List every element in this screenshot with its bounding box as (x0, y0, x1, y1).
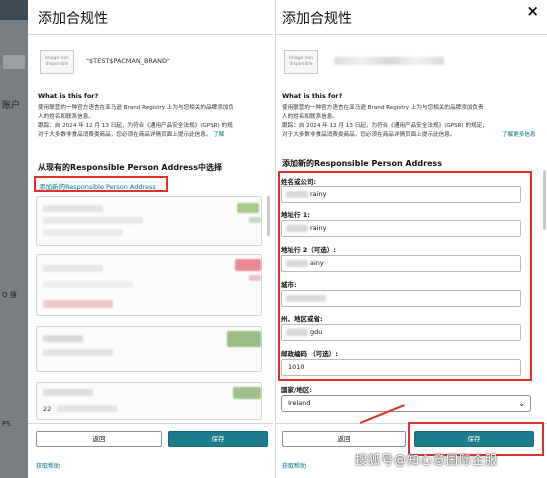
state-region-input[interactable]: gdu (281, 324, 521, 341)
address-line2-input[interactable]: ainy (281, 255, 521, 272)
scrollbar[interactable] (267, 196, 270, 236)
blurred-text (286, 295, 326, 302)
description-line-4-text: 对于大多数非食品消费类商品，您必须在商品详情页面上提示此信息。 (282, 132, 456, 138)
country-select[interactable]: Ireland ⌄ (281, 395, 531, 412)
name-company-value: rainy (310, 190, 327, 198)
address-line2-label: 地址行 2（可选）: (281, 246, 336, 254)
select-existing-title: 从现有的Responsible Person Address中选择 (38, 163, 222, 172)
country-label: 国家/地区: (281, 386, 312, 394)
blurred-text (43, 265, 103, 272)
state-region-value: gdu (310, 328, 323, 336)
product-name: "$TEST$PACMAN_BRAND" (86, 57, 170, 65)
footer-divider (28, 423, 273, 424)
get-help-link[interactable]: 获取帮助 (282, 461, 306, 470)
product-image-placeholder: Image non disponible (284, 50, 318, 74)
city-input[interactable] (281, 290, 521, 307)
right-compliance-modal: 添加合规性 × Image non disponible What is thi… (275, 0, 547, 478)
blurred-text (43, 205, 103, 212)
postal-code-input[interactable]: 1010 (281, 359, 521, 376)
product-image-placeholder: Image non disponible (40, 50, 74, 74)
description-line-4: 对于大多数非食品消费类商品，您必须在商品详情页面上提示此信息。 了解 (38, 131, 224, 141)
learn-more-link[interactable]: 了解更多信息 (502, 131, 536, 141)
blurred-text (286, 260, 308, 267)
get-help-link[interactable]: 获取帮助 (36, 461, 60, 470)
address-line1-input[interactable]: rainy (281, 220, 521, 237)
blurred-text (249, 275, 261, 281)
description-line-4-text: 对于大多数非食品消费类商品，您必须在商品详情页面上提示此信息。 (38, 132, 212, 138)
address-card[interactable] (36, 326, 262, 372)
blurred-text (57, 405, 117, 412)
blurred-text (43, 389, 93, 396)
background-block (3, 55, 25, 69)
left-compliance-modal: 添加合规性 Image non disponible "$TEST$PACMAN… (28, 0, 273, 478)
blurred-text (227, 331, 261, 347)
blurred-text (43, 335, 83, 342)
learn-more-link[interactable]: 了解 (213, 132, 224, 138)
background-navbar (0, 0, 28, 20)
back-button[interactable]: 返回 (36, 431, 162, 447)
blurred-text (233, 387, 261, 399)
state-region-label: 州、地区或省: (281, 315, 323, 323)
name-company-input[interactable]: rainy (281, 186, 521, 203)
close-icon[interactable]: × (526, 2, 539, 20)
description-line-4: 对于大多数非食品消费类商品，您必须在商品详情页面上提示此信息。 (282, 131, 455, 141)
background-account-text: 账户 (2, 101, 21, 111)
add-new-address-title: 添加新的Responsible Person Address (282, 159, 442, 168)
modal-title: 添加合规性 (282, 11, 352, 27)
blurred-text (43, 217, 143, 224)
back-button[interactable]: 返回 (282, 431, 406, 447)
header-divider (28, 34, 273, 35)
scrollbar[interactable] (543, 170, 546, 230)
blurred-text (237, 203, 259, 213)
postal-code-label: 邮政编码 （可选）: (281, 350, 338, 358)
blurred-text (43, 300, 113, 308)
product-name-blurred (334, 57, 444, 65)
address-card[interactable]: 22 (36, 382, 262, 420)
country-value: Ireland (288, 399, 311, 407)
name-company-label: 姓名或公司: (281, 178, 317, 186)
what-is-this-label: What is this for? (38, 92, 99, 100)
header-divider (276, 34, 547, 35)
address-line2-value: ainy (310, 259, 324, 267)
address-line1-value: rainy (310, 224, 327, 232)
watermark-text: 搜狐号@知心意国际企服 (355, 453, 499, 467)
blurred-text (43, 281, 133, 288)
highlight-box-add-link (34, 176, 168, 192)
chevron-down-icon: ⌄ (518, 399, 525, 408)
address-line1-label: 地址行 1: (281, 211, 310, 219)
background-ips-text: PS (2, 420, 11, 428)
background-page: 账户 Q 搜 PS (0, 0, 28, 478)
background-search-text: Q 搜 (2, 291, 17, 299)
city-label: 城市: (281, 281, 297, 289)
blurred-text (43, 229, 123, 236)
address-card[interactable] (36, 196, 262, 246)
blurred-text (286, 329, 308, 336)
blurred-text (286, 225, 308, 232)
learn-more-link-text[interactable]: 了解更多信息 (502, 132, 536, 138)
what-is-this-label: What is this for? (282, 92, 343, 100)
modal-title: 添加合规性 (38, 11, 108, 27)
card-fragment-text: 22 (43, 405, 52, 413)
blurred-text (286, 191, 308, 198)
blurred-text (249, 217, 261, 223)
blurred-text (235, 259, 261, 271)
address-card[interactable] (36, 254, 262, 316)
blurred-text (43, 349, 113, 356)
save-button[interactable]: 保存 (168, 431, 268, 447)
